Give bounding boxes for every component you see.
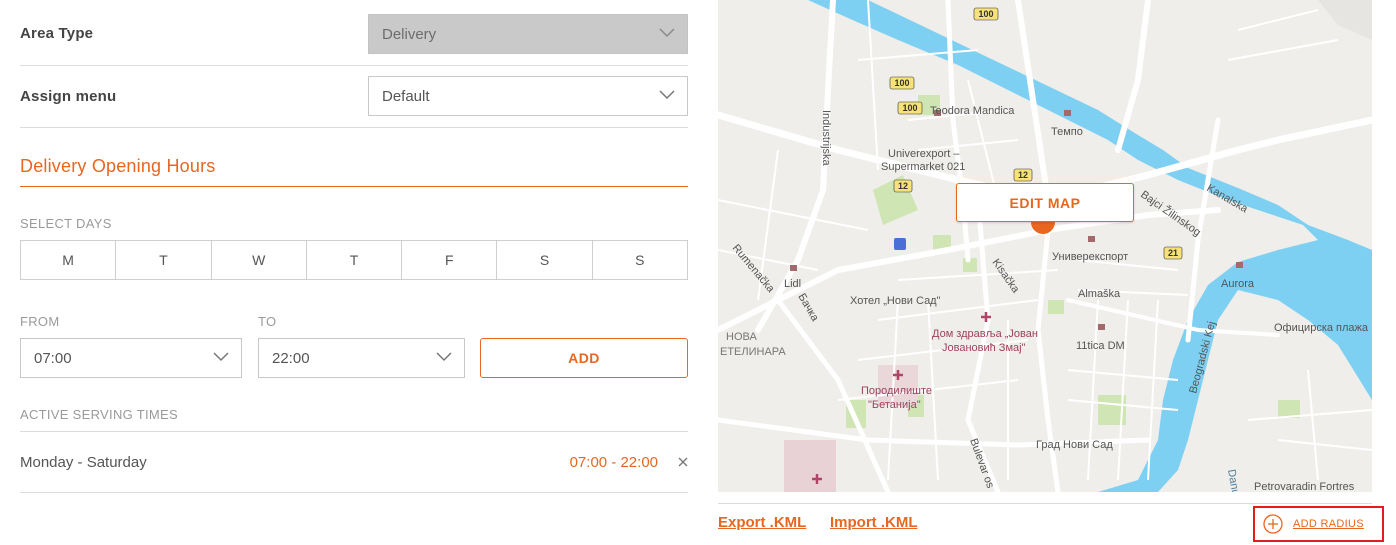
map-label: Официрска плажа <box>1274 322 1369 334</box>
plus-circle-icon <box>1263 514 1283 534</box>
map-canvas[interactable]: 100 100 100 12 12 21 Teodora Mandica Тем… <box>718 0 1372 492</box>
map-label: Град Нови Сад <box>1036 439 1113 451</box>
map-label: НОВА <box>726 331 757 343</box>
chevron-down-icon <box>659 28 675 38</box>
map-label: "Бетанија" <box>868 399 921 411</box>
road-badge: 12 <box>898 181 908 191</box>
assign-menu-label: Assign menu <box>20 88 117 105</box>
map-label: 11tica DM <box>1076 340 1125 352</box>
road-badge: 12 <box>1018 170 1028 180</box>
area-type-value: Delivery <box>382 25 437 43</box>
road-badge: 100 <box>978 9 993 19</box>
bus-station-icon <box>894 238 906 250</box>
serving-time-row: Monday - Saturday 07:00 - 22:00 <box>20 431 688 493</box>
map-label: Темпо <box>1051 126 1083 138</box>
from-time-value: 07:00 <box>34 349 72 367</box>
import-kml-link[interactable]: Import .KML <box>830 514 918 531</box>
map-label: Породилиште <box>861 385 932 397</box>
to-time-select[interactable]: 22:00 <box>258 338 465 378</box>
road-badge: 100 <box>894 78 909 88</box>
add-radius-label: ADD RADIUS <box>1293 518 1364 530</box>
from-label: FROM <box>20 314 60 329</box>
to-time-value: 22:00 <box>272 349 310 367</box>
road-badge: 21 <box>1168 248 1178 258</box>
map-label: Supermarket 021 <box>881 161 965 173</box>
map-label: Teodora Mandica <box>930 105 1015 117</box>
assign-menu-value: Default <box>382 87 430 105</box>
delivery-map[interactable]: 100 100 100 12 12 21 Teodora Mandica Тем… <box>718 0 1372 492</box>
chevron-down-icon <box>213 352 229 362</box>
day-monday[interactable]: M <box>21 241 117 279</box>
map-label: Lidl <box>784 278 801 290</box>
day-wednesday[interactable]: W <box>212 241 307 279</box>
section-divider <box>20 186 688 187</box>
delivery-area-form: Area Type Delivery Assign menu Default D… <box>20 0 688 545</box>
road-badge: 100 <box>902 103 917 113</box>
assign-menu-row: Assign menu Default <box>20 66 688 128</box>
assign-menu-select[interactable]: Default <box>368 76 688 116</box>
day-saturday[interactable]: S <box>497 241 593 279</box>
day-friday[interactable]: F <box>402 241 498 279</box>
active-serving-label: ACTIVE SERVING TIMES <box>20 407 178 422</box>
map-label: ЕТЕЛИНАРА <box>720 346 786 358</box>
chevron-down-icon <box>436 352 452 362</box>
map-label: Дом здравља „Јован <box>932 328 1038 340</box>
map-label: Хотел „Нови Сад" <box>850 295 941 307</box>
add-radius-button[interactable]: ADD RADIUS <box>1253 506 1384 542</box>
map-label: Универекспорт <box>1052 251 1128 263</box>
map-label: Industrijska <box>820 110 832 167</box>
serving-days: Monday - Saturday <box>20 454 147 471</box>
day-sunday[interactable]: S <box>593 241 687 279</box>
to-label: TO <box>258 314 277 329</box>
area-type-label: Area Type <box>20 25 94 42</box>
day-tuesday[interactable]: T <box>116 241 212 279</box>
section-title: Delivery Opening Hours <box>20 156 216 176</box>
map-label: Јовановић Змај" <box>942 342 1026 354</box>
area-type-row: Area Type Delivery <box>20 0 688 66</box>
map-label: Petrovaradin Fortres <box>1254 481 1355 492</box>
export-kml-link[interactable]: Export .KML <box>718 514 806 531</box>
day-selector: M T W T F S S <box>20 240 688 280</box>
from-time-select[interactable]: 07:00 <box>20 338 242 378</box>
chevron-down-icon <box>659 90 675 100</box>
day-thursday[interactable]: T <box>307 241 403 279</box>
serving-time: 07:00 - 22:00 <box>569 454 658 471</box>
select-days-label: SELECT DAYS <box>20 216 112 231</box>
map-label: Aurora <box>1221 278 1255 290</box>
map-footer-divider <box>718 503 1372 504</box>
map-label: Almaška <box>1078 288 1121 300</box>
edit-map-button[interactable]: EDIT MAP <box>956 183 1134 222</box>
area-type-select: Delivery <box>368 14 688 54</box>
add-time-button[interactable]: ADD <box>480 338 688 378</box>
map-label: Univerexport – <box>888 148 960 160</box>
close-icon[interactable] <box>678 457 688 467</box>
